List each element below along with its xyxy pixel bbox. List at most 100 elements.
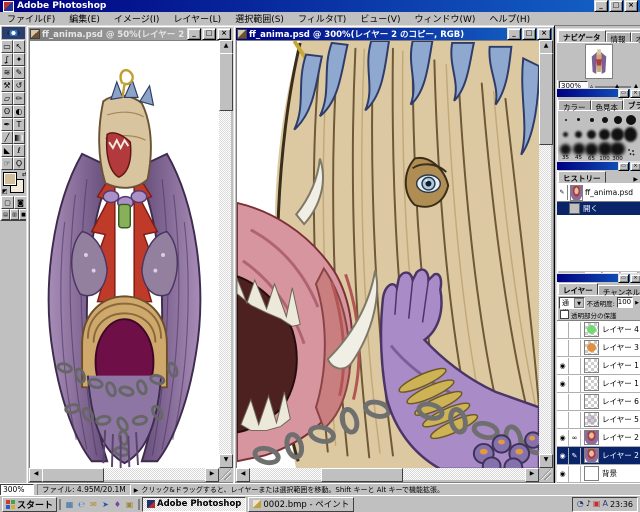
doc300-vertical-scrollbar[interactable]: ▲ ▼ xyxy=(539,40,551,468)
zoom-tool[interactable]: Ϙ xyxy=(13,157,25,170)
move-tool[interactable]: ↖ xyxy=(13,40,25,53)
visibility-eye-icon[interactable]: ◉ xyxy=(557,376,569,392)
doc50-horizontal-scrollbar[interactable]: ◀ ▶ xyxy=(29,468,219,480)
history-close-button[interactable]: × xyxy=(630,162,640,171)
doc300-size-grip[interactable] xyxy=(539,468,551,480)
visibility-eye-icon[interactable]: ◉ xyxy=(557,448,569,464)
doc50-vertical-scrollbar[interactable]: ▲ ▼ xyxy=(219,40,231,468)
opacity-arrow-icon[interactable]: ▶ xyxy=(635,300,639,306)
link-column[interactable] xyxy=(569,466,581,482)
brushes-palette-titlebar[interactable]: ▭ × xyxy=(557,89,640,97)
doc300-minimize-button[interactable]: _ xyxy=(507,28,521,40)
visibility-eye-icon[interactable]: ◉ xyxy=(557,358,569,374)
eraser-tool[interactable]: ▱ xyxy=(1,92,13,105)
dodge-tool[interactable]: ◐ xyxy=(13,105,25,118)
doc50-size-grip[interactable] xyxy=(219,468,231,480)
history-snapshot-row[interactable]: ✎ ff_anima.psd xyxy=(557,184,640,202)
pencil-tool[interactable]: ✏ xyxy=(13,92,25,105)
doc300-close-button[interactable]: × xyxy=(537,28,551,40)
layer-row[interactable]: ◉背景 xyxy=(557,465,640,483)
brushes-collapse-button[interactable]: ▭ xyxy=(618,89,629,98)
doc50-restore-button[interactable]: □ xyxy=(202,28,216,40)
blend-dropdown-icon[interactable]: ▼ xyxy=(574,298,583,308)
visibility-eye-icon[interactable]: ◉ xyxy=(557,466,569,482)
menu-file[interactable]: ファイル(F) xyxy=(0,11,62,26)
tray-ime-icon[interactable]: A xyxy=(602,499,607,509)
menu-edit[interactable]: 編集(E) xyxy=(62,11,107,26)
preserve-transparency-checkbox[interactable] xyxy=(560,310,569,319)
layers-palette-titlebar[interactable]: ▭ × xyxy=(557,274,640,282)
doc300-scroll-down-icon[interactable]: ▼ xyxy=(539,454,553,468)
document-window-300[interactable]: ff_anima.psd @ 300%(レイヤー 2 のコピー, RGB) _ … xyxy=(233,25,555,484)
brush-preset[interactable] xyxy=(572,112,585,127)
brush-preset[interactable] xyxy=(611,112,624,127)
doc50-scroll-down-icon[interactable]: ▼ xyxy=(219,454,233,468)
standard-mode-button[interactable]: ▢ xyxy=(1,196,14,209)
layers-close-button[interactable]: × xyxy=(630,274,640,283)
brush-preset[interactable]: 65 xyxy=(585,142,598,162)
tab-navigator-オプション[interactable]: オプション xyxy=(631,32,640,42)
tab-layers-チャンネル[interactable]: チャンネル xyxy=(598,285,640,295)
doc300-horizontal-scrollbar[interactable]: ◀ ▶ xyxy=(236,468,539,480)
brush-preset[interactable]: 35 xyxy=(559,142,572,162)
lasso-tool[interactable]: ʆ xyxy=(1,53,13,66)
minimize-button[interactable]: _ xyxy=(594,0,608,12)
layer-row[interactable]: ◉レイヤー 1 xyxy=(557,375,640,393)
foreground-color-swatch[interactable] xyxy=(3,172,17,186)
brush-preset[interactable] xyxy=(559,127,572,142)
menu-filter[interactable]: フィルタ(T) xyxy=(291,11,353,26)
doc300-vscroll-thumb[interactable] xyxy=(539,53,553,145)
active-paint-icon[interactable]: ✎ xyxy=(569,448,581,464)
outlook-icon[interactable]: ✉ xyxy=(88,499,99,510)
fullscreen-menubar-button[interactable]: ▥ xyxy=(10,209,19,220)
menu-window[interactable]: ウィンドウ(W) xyxy=(407,11,482,26)
doc300-scroll-left-icon[interactable]: ◀ xyxy=(236,468,250,482)
brush-preset[interactable] xyxy=(572,127,585,142)
brush-preset[interactable] xyxy=(585,112,598,127)
brush-preset[interactable] xyxy=(598,112,611,127)
visibility-eye-icon[interactable] xyxy=(557,394,569,410)
doc300-scroll-right-icon[interactable]: ▶ xyxy=(525,468,539,482)
rubber-stamp-tool[interactable]: ⚒ xyxy=(1,79,13,92)
layer-row[interactable]: ◉✎レイヤー 2 のコピー xyxy=(557,447,640,465)
tray-display-icon[interactable]: ▣ xyxy=(593,499,601,509)
document-window-50[interactable]: ff_anima.psd @ 50%(レイヤー 2 のコピー, RGB) _ □… xyxy=(26,25,235,484)
opacity-field[interactable]: 100 xyxy=(617,297,633,308)
history-collapse-button[interactable]: ▭ xyxy=(618,162,629,171)
link-column[interactable] xyxy=(569,412,581,428)
layer-row[interactable]: ◉レイヤー 1 のコピー xyxy=(557,357,640,375)
magic-wand-tool[interactable]: ✦ xyxy=(13,53,25,66)
doc50-minimize-button[interactable]: _ xyxy=(187,28,201,40)
layer-row[interactable]: レイヤー 3 xyxy=(557,339,640,357)
doc300-restore-button[interactable]: □ xyxy=(522,28,536,40)
doc300-canvas[interactable] xyxy=(236,40,540,470)
doc50-titlebar[interactable]: ff_anima.psd @ 50%(レイヤー 2 のコピー, RGB) _ □… xyxy=(29,28,232,40)
tab-color-カラー[interactable]: カラー xyxy=(558,100,591,110)
paint-bucket-tool[interactable]: ◣ xyxy=(1,144,13,157)
brush-preset[interactable] xyxy=(611,127,624,142)
visibility-eye-icon[interactable] xyxy=(557,322,569,338)
show-desktop-icon[interactable]: ▦ xyxy=(64,499,75,510)
tab-color-ブラシ[interactable]: ブラシ xyxy=(623,98,640,110)
doc50-scroll-right-icon[interactable]: ▶ xyxy=(205,468,219,482)
pen-tool[interactable]: ✒ xyxy=(1,118,13,131)
link-column[interactable] xyxy=(569,322,581,338)
doc50-vscroll-thumb[interactable] xyxy=(219,53,233,111)
doc50-hscroll-thumb[interactable] xyxy=(42,468,104,482)
brush-preset[interactable] xyxy=(624,142,637,162)
history-brush-tool[interactable]: ↺ xyxy=(13,79,25,92)
history-panel-menu-icon[interactable]: ▶ xyxy=(631,176,640,183)
brush-preset[interactable] xyxy=(598,127,611,142)
brush-preset[interactable]: 100 xyxy=(598,142,611,162)
visibility-eye-icon[interactable] xyxy=(557,412,569,428)
layer-row[interactable]: レイヤー 5 xyxy=(557,411,640,429)
doc50-scroll-left-icon[interactable]: ◀ xyxy=(29,468,43,482)
tab-color-色見本[interactable]: 色見本 xyxy=(591,100,624,110)
close-button[interactable]: × xyxy=(624,0,638,12)
tab-navigator-ナビゲータ[interactable]: ナビゲータ xyxy=(558,30,606,42)
paintbrush-tool[interactable]: ✎ xyxy=(13,66,25,79)
standard-screen-button[interactable]: ▤ xyxy=(1,209,10,220)
menu-image[interactable]: イメージ(I) xyxy=(107,11,167,26)
default-colors-icon[interactable]: ◩ xyxy=(2,188,8,195)
layer-row[interactable]: レイヤー 4 xyxy=(557,321,640,339)
